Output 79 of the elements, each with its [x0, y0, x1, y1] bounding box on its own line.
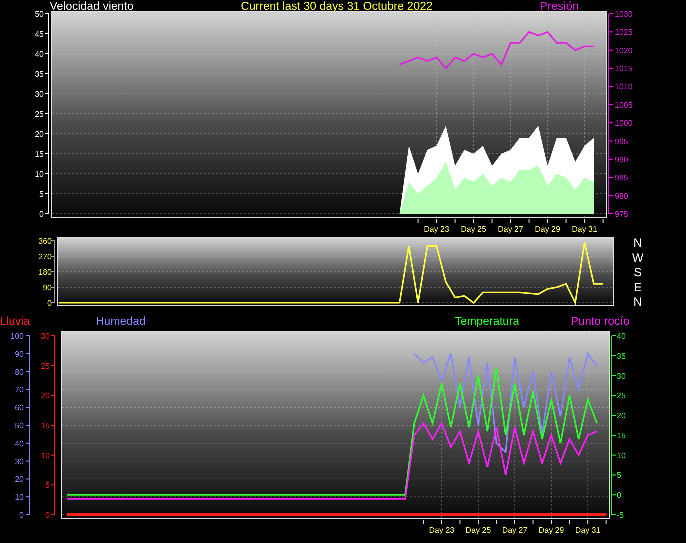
axis-tick-label: 25 — [35, 110, 44, 119]
series-label: Velocidad viento — [50, 1, 134, 13]
series-label: Humedad — [96, 316, 146, 328]
axis-tick-label: 0 — [46, 511, 50, 520]
axis-tick-label: 5 — [617, 471, 622, 480]
axis-tick-label: Day 23 — [429, 526, 455, 535]
axis-tick-label: 40 — [617, 332, 626, 341]
axis-tick-label: 90 — [15, 350, 24, 359]
series-label: Lluvia — [0, 316, 30, 328]
axis-tick-label: 990 — [615, 155, 628, 164]
axis-tick-label: -5 — [617, 511, 624, 520]
axis-tick-label: 35 — [617, 352, 626, 361]
axis-tick-label: 15 — [617, 431, 626, 440]
compass-label: S — [634, 266, 642, 280]
axis-tick-label: 0 — [20, 511, 24, 520]
series-label: Presión — [540, 1, 579, 13]
axis-tick-label: 995 — [615, 137, 628, 146]
axis-tick-label: Day 25 — [461, 225, 486, 234]
axis-tick-label: 0 — [48, 299, 52, 308]
axis-tick-label: 985 — [615, 174, 628, 183]
axis-tick-label: 90 — [43, 284, 52, 292]
axis-tick-label: 25 — [617, 392, 626, 401]
axis-tick-label: 1015 — [615, 64, 633, 74]
axis-tick-label: 20 — [617, 412, 626, 421]
compass-label: E — [634, 280, 642, 294]
axis-tick-label: 70 — [15, 386, 24, 395]
axis-tick-label: 1000 — [615, 119, 633, 128]
axis-tick-label: 30 — [35, 90, 44, 99]
axis-tick-label: 0 — [617, 491, 622, 500]
axis-tick-label: 10 — [15, 493, 24, 502]
series-label: Temperatura — [455, 316, 520, 328]
axis-tick-label: 10 — [41, 451, 50, 460]
axis-tick-label: 50 — [35, 10, 44, 19]
axis-tick-label: 15 — [35, 150, 44, 159]
axis-tick-label: Day 29 — [535, 225, 560, 234]
axis-tick-label: Day 31 — [572, 225, 598, 234]
axis-tick-label: 25 — [41, 362, 50, 371]
axis-tick-label: 270 — [38, 252, 52, 262]
axis-tick-label: Day 23 — [424, 225, 450, 234]
axis-tick-label: 10 — [35, 170, 44, 179]
axis-tick-label: 20 — [15, 475, 24, 484]
axis-tick-label: 30 — [617, 372, 626, 381]
series-label: Punto rocío — [571, 316, 630, 328]
axis-tick-label: Day 25 — [466, 526, 492, 535]
axis-tick-label: 15 — [41, 422, 50, 430]
axis-tick-label: 40 — [15, 439, 24, 448]
axis-tick-label: 40 — [35, 50, 44, 59]
axis-tick-label: Day 27 — [502, 526, 528, 535]
axis-tick-label: 60 — [15, 404, 24, 413]
axis-tick-label: 360 — [38, 237, 52, 246]
axis-tick-label: 30 — [41, 332, 50, 341]
axis-tick-label: 35 — [35, 70, 44, 79]
axis-tick-label: 20 — [41, 392, 50, 401]
compass-label: N — [634, 236, 642, 250]
axis-tick-label: 45 — [35, 30, 44, 39]
axis-tick-label: Day 29 — [538, 526, 564, 535]
axis-tick-label: 5 — [46, 481, 50, 490]
axis-tick-label: Day 27 — [498, 225, 524, 234]
axis-tick-label: 50 — [15, 422, 24, 430]
axis-tick-label: 100 — [10, 332, 24, 341]
axis-tick-label: 5 — [40, 190, 44, 199]
axis-tick-label: 180 — [38, 268, 52, 277]
axis-tick-label: 1020 — [615, 46, 633, 56]
compass-label: W — [632, 250, 644, 265]
chart-title: Current last 30 days 31 Octubre 2022 — [241, 1, 433, 13]
axis-tick-label: 10 — [617, 451, 626, 460]
axis-tick-label: 1030 — [615, 10, 633, 19]
y-axis — [50, 240, 56, 304]
axis-tick-label: Day 31 — [575, 526, 601, 535]
compass-label: N — [634, 295, 642, 308]
axis-tick-label: 0 — [40, 210, 44, 219]
axis-tick-label: 30 — [15, 457, 24, 466]
axis-tick-label: 975 — [615, 210, 628, 219]
axis-tick-label: 20 — [35, 130, 44, 139]
axis-tick-label: 1010 — [615, 82, 633, 92]
axis-tick-label: 80 — [15, 368, 24, 377]
axis-tick-label: 1025 — [615, 28, 633, 38]
axis-tick-label: 1005 — [615, 100, 633, 110]
axis-tick-label: 980 — [615, 192, 628, 201]
